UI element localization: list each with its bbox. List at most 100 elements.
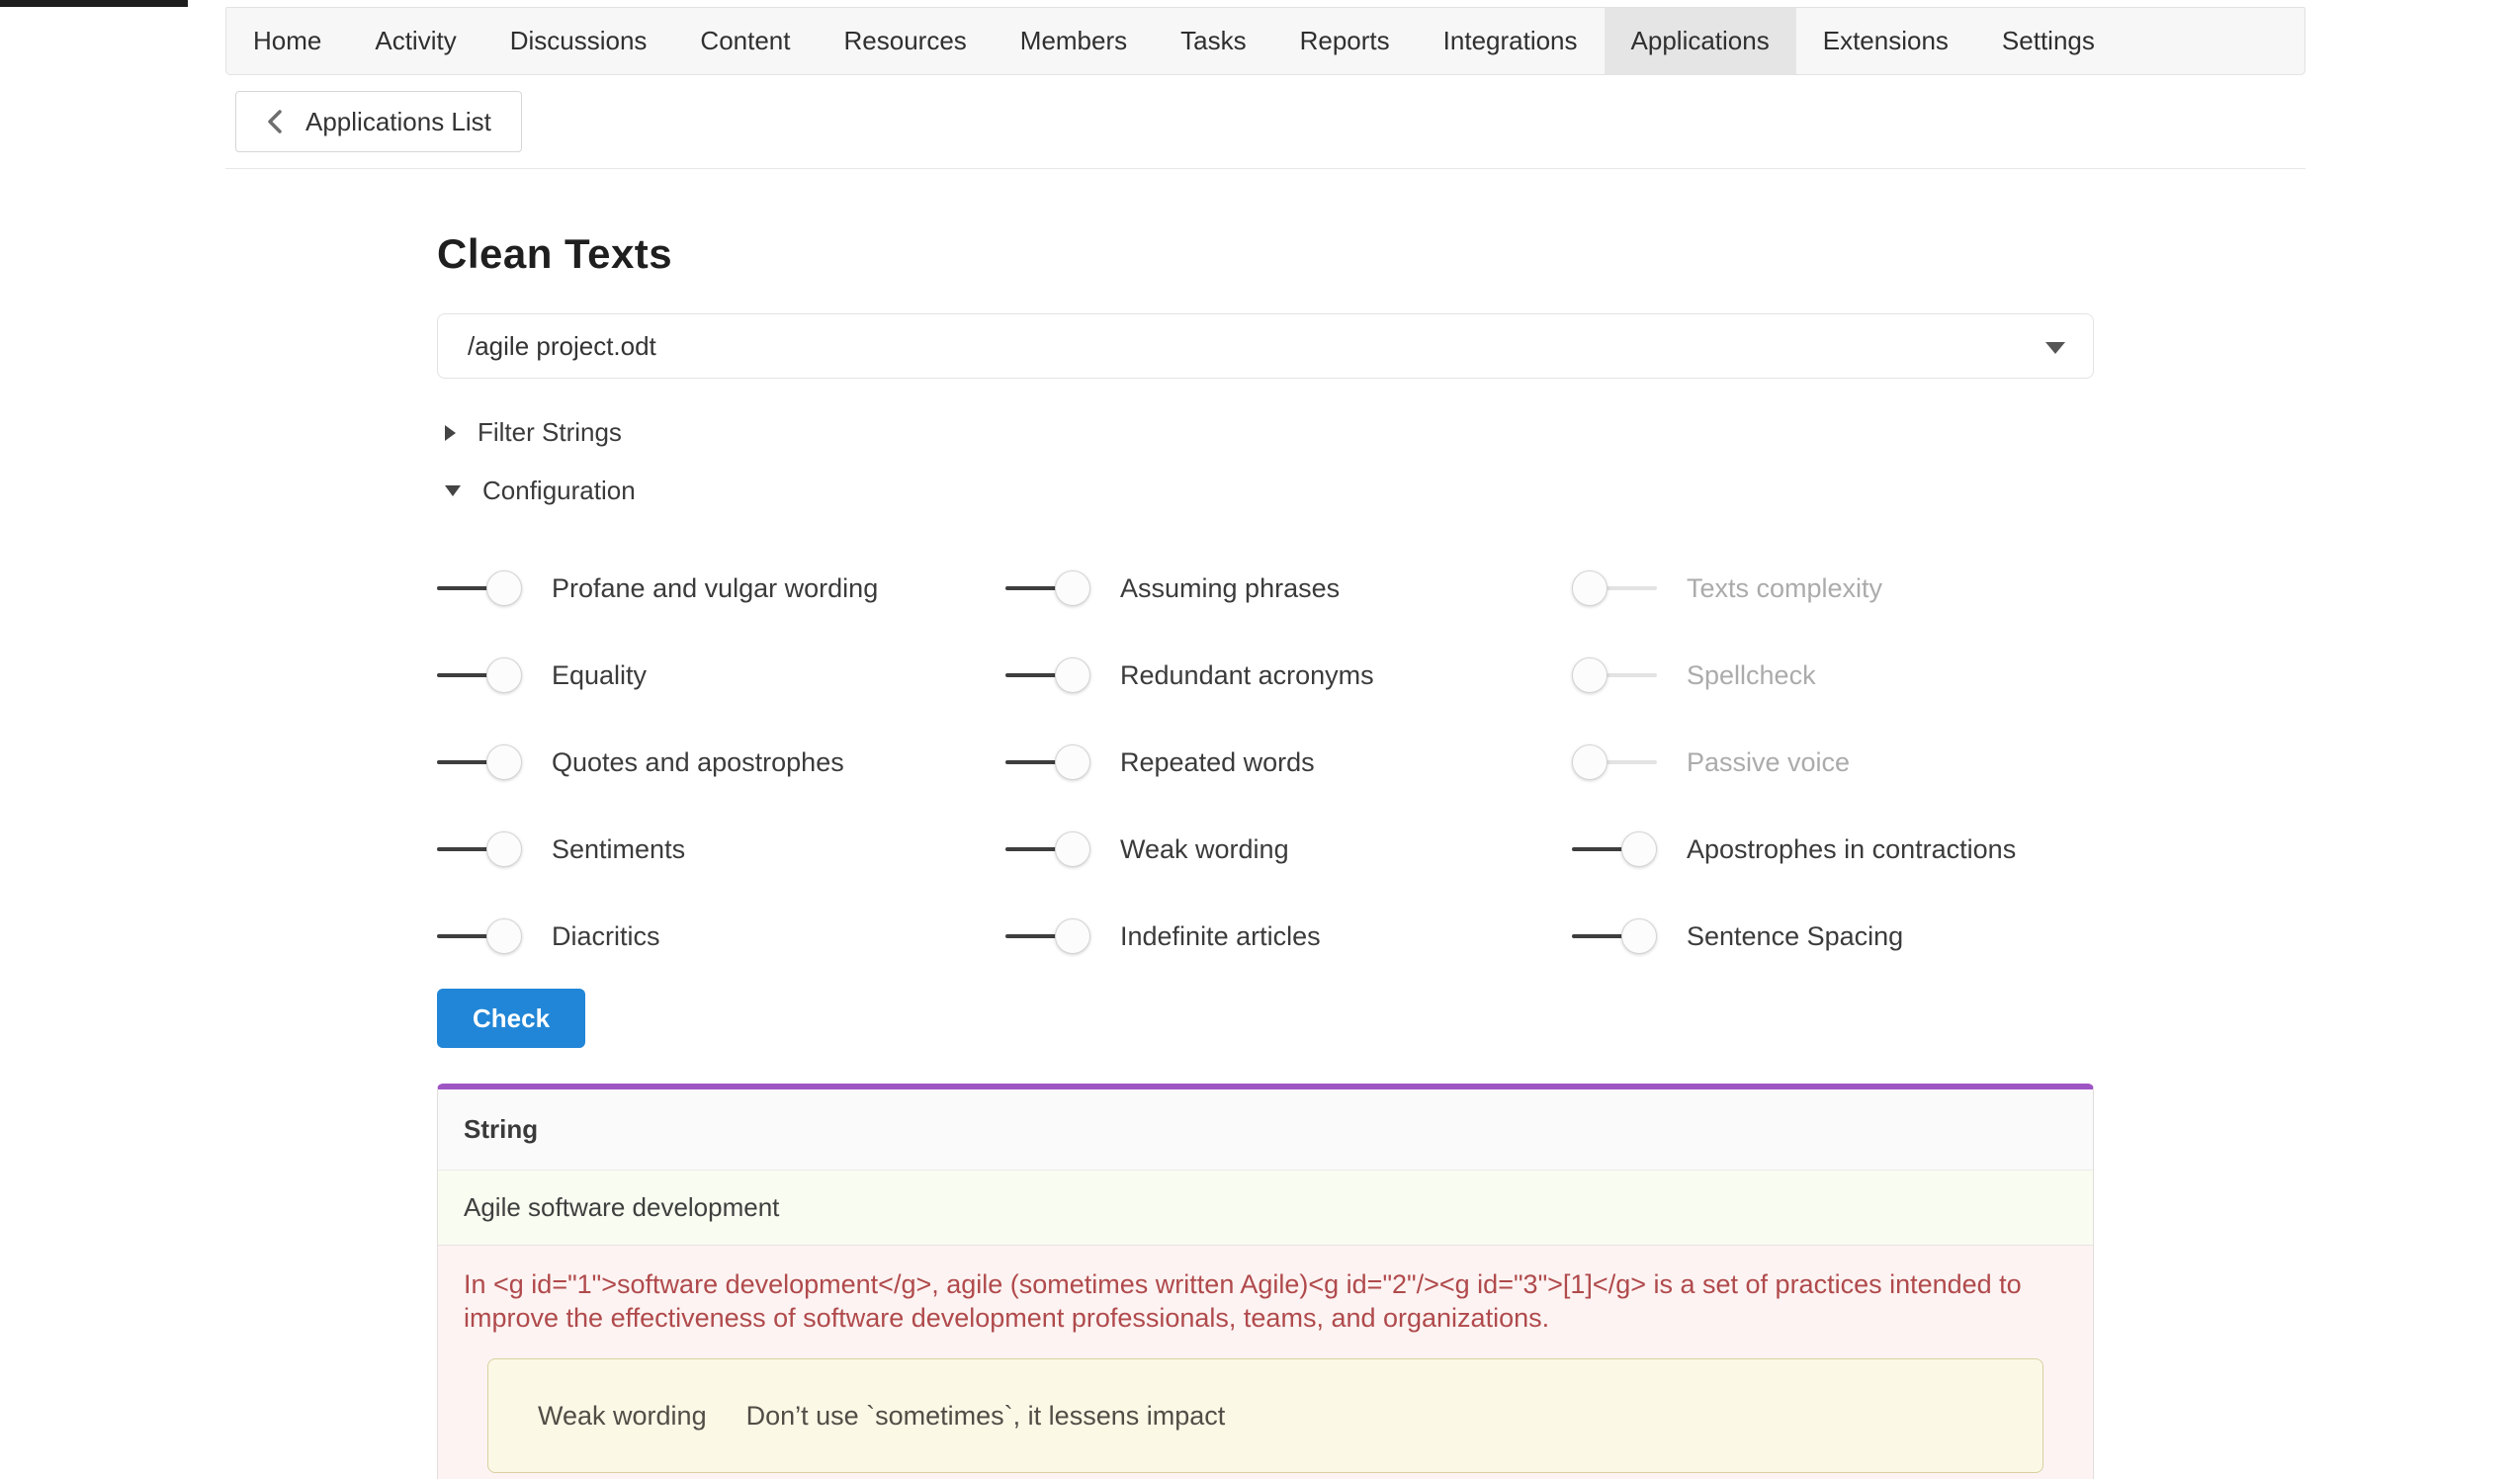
applications-list-back-button[interactable]: Applications List <box>235 91 522 152</box>
results-header: String <box>438 1089 2093 1171</box>
switch-knob <box>1055 918 1090 954</box>
toggle-passive-voice: Passive voice <box>1572 719 2016 806</box>
toggle-label: Quotes and apostrophes <box>552 747 844 778</box>
switch-knob <box>486 657 522 693</box>
issue-type: Weak wording <box>538 1401 707 1432</box>
nav-tab-reports[interactable]: Reports <box>1273 8 1417 74</box>
toggle-label: Texts complexity <box>1687 573 1882 604</box>
switch-track <box>1005 673 1057 677</box>
switch-track <box>437 934 488 938</box>
switch-control[interactable] <box>1572 918 1657 954</box>
switch-knob <box>1055 744 1090 780</box>
nav-tab-settings[interactable]: Settings <box>1975 8 2122 74</box>
switch-knob <box>1055 657 1090 693</box>
toggle-label: Repeated words <box>1120 747 1315 778</box>
back-button-label: Applications List <box>305 107 491 137</box>
nav-tab-resources[interactable]: Resources <box>818 8 994 74</box>
toggle-diacritics: Diacritics <box>437 893 1005 980</box>
configuration-section-toggle[interactable]: Configuration <box>445 476 636 506</box>
string-row: Agile software development <box>438 1171 2093 1246</box>
switch-track <box>437 673 488 677</box>
chevron-left-icon <box>266 108 284 135</box>
filter-strings-section-toggle[interactable]: Filter Strings <box>445 417 622 448</box>
switch-knob <box>1621 831 1657 867</box>
switch-knob <box>1055 570 1090 606</box>
toggle-assuming-phrases: Assuming phrases <box>1005 545 1572 632</box>
switch-control[interactable] <box>1572 657 1657 693</box>
toggle-label: Diacritics <box>552 921 660 952</box>
switch-track <box>1606 586 1657 590</box>
switch-control[interactable] <box>437 570 522 606</box>
switch-control[interactable] <box>437 831 522 867</box>
switch-control[interactable] <box>437 744 522 780</box>
issue-box: Weak wording Don’t use `sometimes`, it l… <box>487 1358 2043 1473</box>
switch-knob <box>486 831 522 867</box>
toggle-label: Equality <box>552 660 647 691</box>
configuration-label: Configuration <box>482 476 636 506</box>
switch-control[interactable] <box>1005 918 1090 954</box>
switch-track <box>1005 760 1057 764</box>
toggle-quotes-and-apostrophes: Quotes and apostrophes <box>437 719 1005 806</box>
switch-track <box>437 760 488 764</box>
switch-control[interactable] <box>437 657 522 693</box>
nav-tab-home[interactable]: Home <box>226 8 348 74</box>
switch-knob <box>1572 744 1608 780</box>
toggle-sentence-spacing: Sentence Spacing <box>1572 893 2016 980</box>
diff-text: In <g id="1">software development</g>, a… <box>464 1267 2067 1335</box>
toggle-label: Weak wording <box>1120 834 1289 865</box>
file-select-value: /agile project.odt <box>468 331 656 362</box>
toggle-profane-and-vulgar-wording: Profane and vulgar wording <box>437 545 1005 632</box>
toggle-texts-complexity: Texts complexity <box>1572 545 2016 632</box>
top-left-artifact-bar <box>0 0 188 7</box>
switch-control[interactable] <box>437 918 522 954</box>
caret-down-icon <box>2045 342 2065 354</box>
switch-knob <box>486 570 522 606</box>
results-panel: String Agile software development In <g … <box>437 1084 2094 1479</box>
switch-track <box>1005 586 1057 590</box>
switch-track <box>437 847 488 851</box>
nav-tab-tasks[interactable]: Tasks <box>1154 8 1272 74</box>
configuration-toggle-grid: Profane and vulgar wording Equality Quot… <box>437 545 2016 980</box>
toggle-label: Redundant acronyms <box>1120 660 1374 691</box>
nav-tab-integrations[interactable]: Integrations <box>1417 8 1605 74</box>
diff-section: In <g id="1">software development</g>, a… <box>438 1246 2093 1479</box>
toggle-apostrophes-in-contractions: Apostrophes in contractions <box>1572 806 2016 893</box>
switch-control[interactable] <box>1572 570 1657 606</box>
switch-control[interactable] <box>1005 744 1090 780</box>
top-navigation: Home Activity Discussions Content Resour… <box>225 7 2305 75</box>
nav-tab-discussions[interactable]: Discussions <box>483 8 674 74</box>
switch-track <box>1572 847 1623 851</box>
check-button[interactable]: Check <box>437 989 585 1048</box>
nav-tab-content[interactable]: Content <box>673 8 817 74</box>
nav-tab-activity[interactable]: Activity <box>348 8 482 74</box>
switch-knob <box>486 918 522 954</box>
switch-control[interactable] <box>1572 831 1657 867</box>
switch-knob <box>486 744 522 780</box>
page-title: Clean Texts <box>437 230 672 278</box>
switch-track <box>1005 934 1057 938</box>
file-select-dropdown[interactable]: /agile project.odt <box>437 313 2094 379</box>
toggle-indefinite-articles: Indefinite articles <box>1005 893 1572 980</box>
nav-tab-extensions[interactable]: Extensions <box>1796 8 1975 74</box>
toggle-label: Passive voice <box>1687 747 1850 778</box>
toggle-equality: Equality <box>437 632 1005 719</box>
switch-knob <box>1621 918 1657 954</box>
nav-tab-applications[interactable]: Applications <box>1605 8 1796 74</box>
toggle-label: Profane and vulgar wording <box>552 573 878 604</box>
toggle-redundant-acronyms: Redundant acronyms <box>1005 632 1572 719</box>
toggle-label: Indefinite articles <box>1120 921 1321 952</box>
switch-knob <box>1055 831 1090 867</box>
filter-strings-label: Filter Strings <box>478 417 622 448</box>
switch-control[interactable] <box>1005 657 1090 693</box>
triangle-right-icon <box>445 425 456 441</box>
switch-knob <box>1572 657 1608 693</box>
nav-tab-members[interactable]: Members <box>994 8 1154 74</box>
switch-track <box>1005 847 1057 851</box>
app-window: Home Activity Discussions Content Resour… <box>0 0 2520 1479</box>
switch-control[interactable] <box>1572 744 1657 780</box>
switch-control[interactable] <box>1005 831 1090 867</box>
toggle-repeated-words: Repeated words <box>1005 719 1572 806</box>
switch-control[interactable] <box>1005 570 1090 606</box>
switch-knob <box>1572 570 1608 606</box>
switch-track <box>1606 760 1657 764</box>
